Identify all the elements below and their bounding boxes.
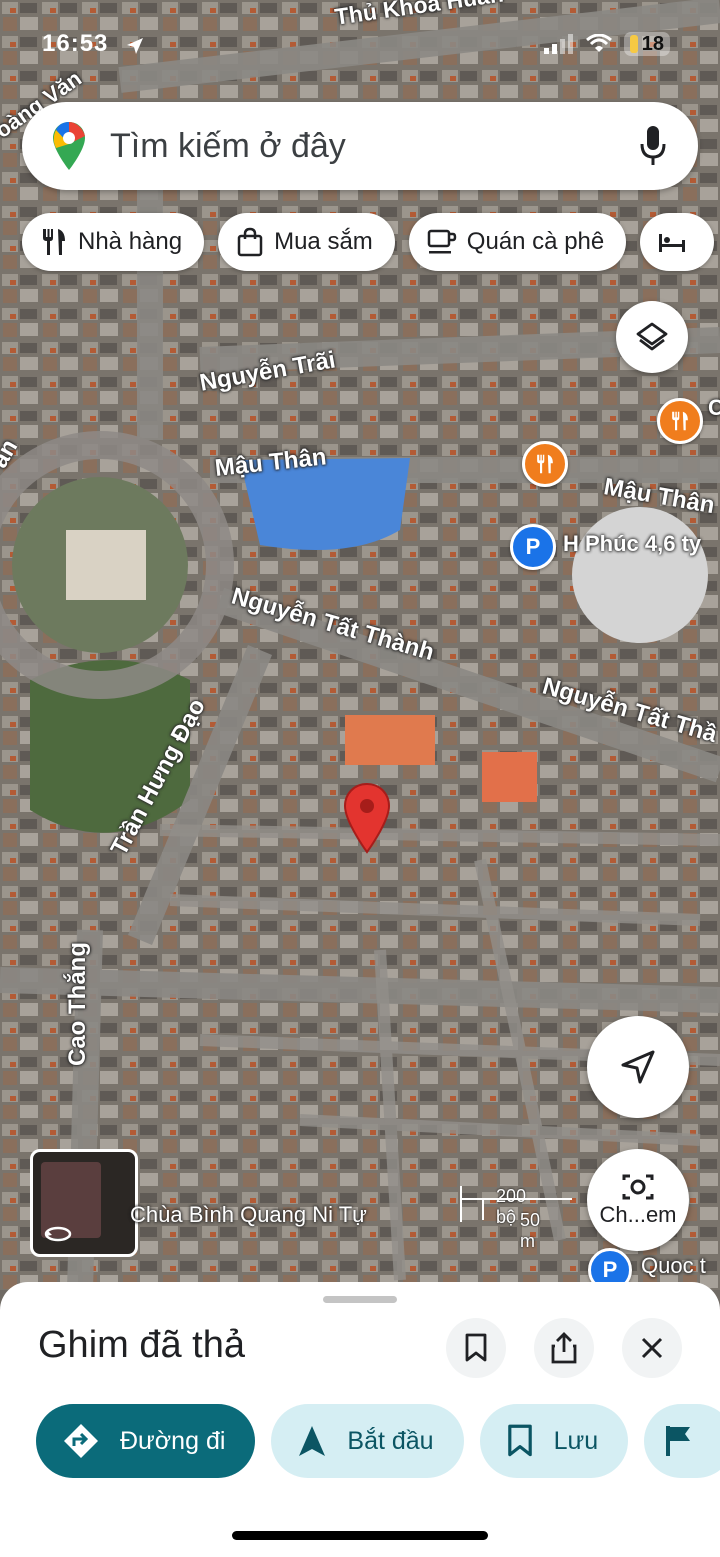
chip-restaurants[interactable]: Nhà hàng [22, 213, 205, 271]
home-indicator[interactable] [232, 1531, 488, 1540]
save-icon-button[interactable] [446, 1318, 506, 1378]
coffee-cup-icon [427, 229, 457, 254]
location-arrow-icon [126, 34, 144, 62]
share-icon [551, 1332, 577, 1364]
battery-indicator: 18 [623, 32, 670, 56]
search-bar[interactable]: Tìm kiếm ở đây [22, 102, 698, 190]
chip-shopping[interactable]: Mua sắm [218, 213, 395, 271]
flag-icon [666, 1426, 691, 1456]
directions-button[interactable]: Đường đi [36, 1404, 256, 1478]
street-view-label: Chùa Bình Quang Ni Tự [130, 1202, 367, 1227]
parking-icon: P [602, 1257, 618, 1282]
signal-icon [543, 34, 573, 54]
layers-icon [636, 322, 668, 351]
status-time: 16:53 [42, 30, 109, 57]
microphone-icon[interactable] [638, 124, 668, 168]
poi-parking[interactable]: P [510, 524, 556, 570]
hotel-bed-icon [659, 234, 686, 252]
camera-icon [622, 1174, 654, 1200]
bookmark-icon [507, 1424, 532, 1457]
chip-coffee[interactable]: Quán cà phê [408, 213, 627, 271]
navigation-start-icon [299, 1426, 326, 1456]
poi-label-parking-south: Quoc t [641, 1253, 706, 1278]
camera-button[interactable]: Ch...em [587, 1149, 689, 1251]
street-view-thumbnail[interactable] [30, 1149, 138, 1257]
close-button[interactable] [622, 1318, 682, 1378]
action-buttons: Đường đi Bắt đầu Lưu [36, 1404, 720, 1478]
rotate-360-icon [44, 1226, 72, 1242]
poi-restaurant-east[interactable] [657, 398, 703, 444]
bookmark-icon [465, 1333, 487, 1362]
save-button[interactable]: Lưu [479, 1404, 629, 1478]
sheet-title: Ghim đã thả [38, 1324, 245, 1366]
shopping-bag-icon [237, 227, 263, 257]
camera-label: Ch...em [599, 1202, 677, 1227]
chip-hotels[interactable] [640, 213, 715, 271]
category-chips: Nhà hàng Mua sắm Quán cà phê [22, 213, 715, 271]
directions-icon [64, 1424, 98, 1458]
label-button[interactable] [644, 1404, 720, 1478]
share-button[interactable] [534, 1318, 594, 1378]
start-button[interactable]: Bắt đầu [271, 1404, 464, 1478]
restaurant-icon [537, 454, 553, 474]
layers-button[interactable] [616, 301, 688, 373]
restaurant-icon [672, 411, 688, 431]
wifi-icon [585, 34, 612, 52]
navigation-arrow-icon [621, 1050, 655, 1084]
place-bottom-sheet[interactable]: Ghim đã thả Đường đi Bắt đầu Lưu [0, 1282, 720, 1557]
poi-label-east: C [708, 395, 720, 420]
sheet-drag-handle[interactable] [323, 1296, 397, 1303]
dropped-pin-icon[interactable] [342, 782, 392, 854]
status-bar: 16:53 18 [0, 28, 720, 64]
poi-label-parking[interactable]: H Phúc 4,6 ty [563, 531, 701, 557]
parking-icon: P [525, 534, 541, 559]
poi-restaurant[interactable] [522, 441, 568, 487]
google-maps-logo [53, 122, 85, 170]
map-view[interactable]: Thủ Khoa Huân oàng Văn Nguyễn Trãi Mậu T… [0, 0, 720, 1290]
close-icon [641, 1337, 663, 1359]
my-location-button[interactable] [587, 1016, 689, 1118]
search-input[interactable]: Tìm kiếm ở đây [110, 127, 346, 166]
road-label-cao-thang: Cao Thắng [64, 942, 91, 1066]
restaurant-icon [43, 229, 65, 255]
